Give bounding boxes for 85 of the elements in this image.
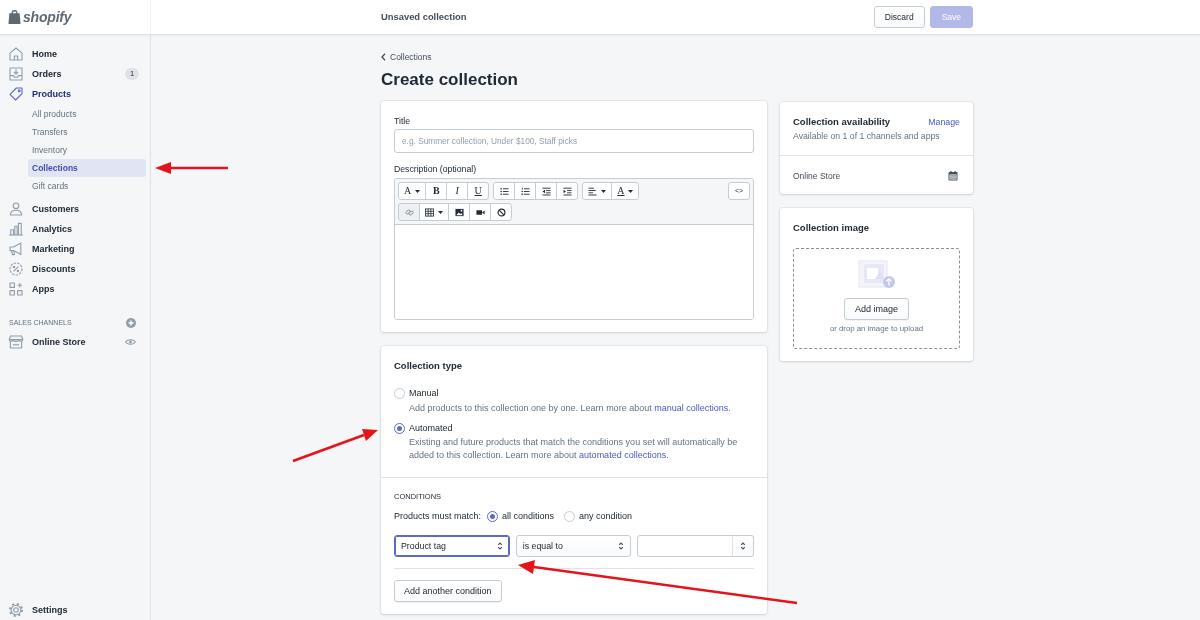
table-button[interactable]: [419, 203, 449, 221]
apps-grid-icon: [8, 281, 24, 297]
condition-select[interactable]: Product tag: [394, 535, 510, 557]
video-button[interactable]: [469, 203, 491, 221]
nav-subitem[interactable]: All products: [28, 105, 146, 123]
radio-label: any condition: [579, 509, 633, 523]
person-icon: [8, 201, 24, 217]
home-icon: [8, 46, 24, 62]
chevron-left-icon: [381, 53, 386, 61]
chain-link-icon: [404, 207, 414, 217]
radio-button[interactable]: [487, 510, 499, 522]
text-color-button[interactable]: A: [611, 182, 640, 200]
image-button[interactable]: [448, 203, 470, 221]
outdent-button[interactable]: [535, 182, 558, 200]
nav-subitem[interactable]: Transfers: [28, 123, 146, 141]
calendar-icon[interactable]: [948, 171, 958, 181]
nav-subitem[interactable]: Gift cards: [28, 177, 146, 195]
radio-label: all conditions: [502, 509, 555, 523]
channel-name: Online Store: [793, 170, 841, 182]
percent-badge-icon: [8, 261, 24, 277]
up-down-chevron-icon: [618, 541, 625, 551]
radio-label: Automated: [409, 421, 453, 435]
clear-format-button[interactable]: [490, 203, 512, 221]
nav-item[interactable]: Apps: [8, 279, 139, 299]
nav-item[interactable]: Discounts: [8, 259, 139, 279]
back-link[interactable]: Collections: [381, 51, 432, 63]
prohibited-icon: [496, 207, 506, 217]
align-button[interactable]: [582, 182, 613, 200]
radio-button[interactable]: [394, 422, 405, 434]
page-title: Create collection: [381, 69, 519, 91]
card-heading: Collection image: [793, 222, 870, 234]
option-description: Add products to this collection one by one. Learn more about manual collections.: [409, 401, 732, 415]
add-image-button[interactable]: Add image: [844, 298, 909, 320]
numbered-list-icon: [520, 186, 530, 196]
nav-item[interactable]: Products: [8, 84, 139, 104]
settings-icon: [8, 602, 24, 618]
bulleted-list-icon: [499, 186, 509, 196]
shopping-bag-icon: [8, 9, 21, 25]
italic-button[interactable]: I: [446, 182, 469, 200]
condition-select[interactable]: is equal to: [515, 535, 632, 557]
up-down-chevron-icon: [740, 541, 746, 551]
add-circle-icon[interactable]: [126, 318, 136, 328]
tray-download-icon: [8, 66, 24, 82]
condition-value-input[interactable]: [637, 535, 733, 557]
nav-subitem[interactable]: Collections: [28, 159, 146, 177]
manage-link[interactable]: Manage: [928, 116, 960, 128]
radio-label: Manual: [409, 387, 439, 400]
megaphone-icon: [8, 241, 24, 257]
match-label: Products must match:: [394, 510, 482, 522]
up-down-chevron-icon: [496, 541, 503, 551]
card-heading: Collection availability: [793, 116, 891, 128]
nav-item[interactable]: Marketing: [8, 239, 139, 259]
align-left-icon: [588, 186, 598, 196]
outdent-icon: [541, 186, 551, 196]
tag-icon: [8, 86, 24, 102]
field-label: Description (optional): [394, 163, 477, 175]
logo-wordmark: shopify: [23, 9, 72, 25]
title-input[interactable]: e.g. Summer collection, Under $100, Staff picks: [394, 129, 754, 153]
bold-button[interactable]: B: [425, 182, 448, 200]
nav-item[interactable]: Analytics: [8, 219, 139, 239]
nav-subitem[interactable]: Inventory: [28, 141, 146, 159]
nav-item[interactable]: Home: [8, 44, 139, 64]
image-icon: [454, 207, 464, 217]
storefront-icon: [8, 334, 24, 350]
indent-icon: [562, 186, 572, 196]
nav-item[interactable]: Online Store: [8, 332, 125, 352]
option-description: Existing and future products that match the conditions you set will automatically be added to this collection. Learn more about automated collections.: [409, 436, 739, 462]
image-upload-icon: [855, 258, 898, 290]
underline-button[interactable]: U: [467, 182, 490, 200]
nav-item[interactable]: Settings: [8, 600, 139, 620]
bar-chart-icon: [8, 221, 24, 237]
font-button[interactable]: A: [398, 182, 427, 200]
nav-item[interactable]: Customers: [8, 199, 139, 219]
indent-button[interactable]: [556, 182, 579, 200]
card-heading: Collection type: [394, 360, 464, 372]
video-camera-icon: [475, 207, 485, 217]
discard-button[interactable]: Discard: [873, 6, 925, 28]
page-status-title: Unsaved collection: [381, 11, 467, 23]
add-condition-button[interactable]: Add another condition: [394, 580, 502, 602]
bulleted-list-button[interactable]: [493, 182, 516, 200]
table-icon: [425, 207, 434, 217]
field-label: Title: [394, 115, 411, 127]
nav-item[interactable]: Orders: [8, 64, 125, 84]
availability-summary: Available on 1 of 1 channels and apps: [793, 130, 941, 142]
numbered-list-button[interactable]: [514, 182, 537, 200]
